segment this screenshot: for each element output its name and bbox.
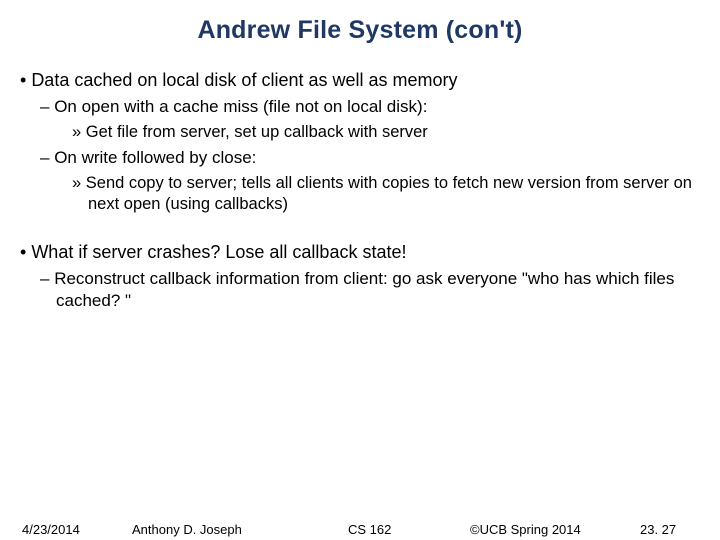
slide-title: Andrew File System (con't) xyxy=(0,0,720,45)
bullet-text: On open with a cache miss (file not on l… xyxy=(54,97,427,116)
bullet-text: What if server crashes? Lose all callbac… xyxy=(31,242,406,262)
footer-copyright: ©UCB Spring 2014 xyxy=(470,522,581,537)
bullet-level3: Send copy to server; tells all clients w… xyxy=(72,173,700,215)
bullet-level3: Get file from server, set up callback wi… xyxy=(72,122,700,143)
footer-author: Anthony D. Joseph xyxy=(132,522,242,537)
bullet-text: Data cached on local disk of client as w… xyxy=(31,70,457,90)
bullet-text: Get file from server, set up callback wi… xyxy=(86,123,428,141)
footer-course: CS 162 xyxy=(348,522,391,537)
spacer xyxy=(20,219,700,241)
footer-page: 23. 27 xyxy=(640,522,676,537)
bullet-text: Send copy to server; tells all clients w… xyxy=(86,174,692,213)
footer-date: 4/23/2014 xyxy=(22,522,80,537)
bullet-level2: Reconstruct callback information from cl… xyxy=(40,268,700,312)
slide: Andrew File System (con't) Data cached o… xyxy=(0,0,720,540)
slide-body: Data cached on local disk of client as w… xyxy=(0,45,720,311)
bullet-level1: What if server crashes? Lose all callbac… xyxy=(20,241,700,264)
bullet-level1: Data cached on local disk of client as w… xyxy=(20,69,700,92)
bullet-level2: On write followed by close: xyxy=(40,147,700,169)
bullet-text: On write followed by close: xyxy=(54,148,256,167)
bullet-text: Reconstruct callback information from cl… xyxy=(54,269,674,310)
bullet-level2: On open with a cache miss (file not on l… xyxy=(40,96,700,118)
